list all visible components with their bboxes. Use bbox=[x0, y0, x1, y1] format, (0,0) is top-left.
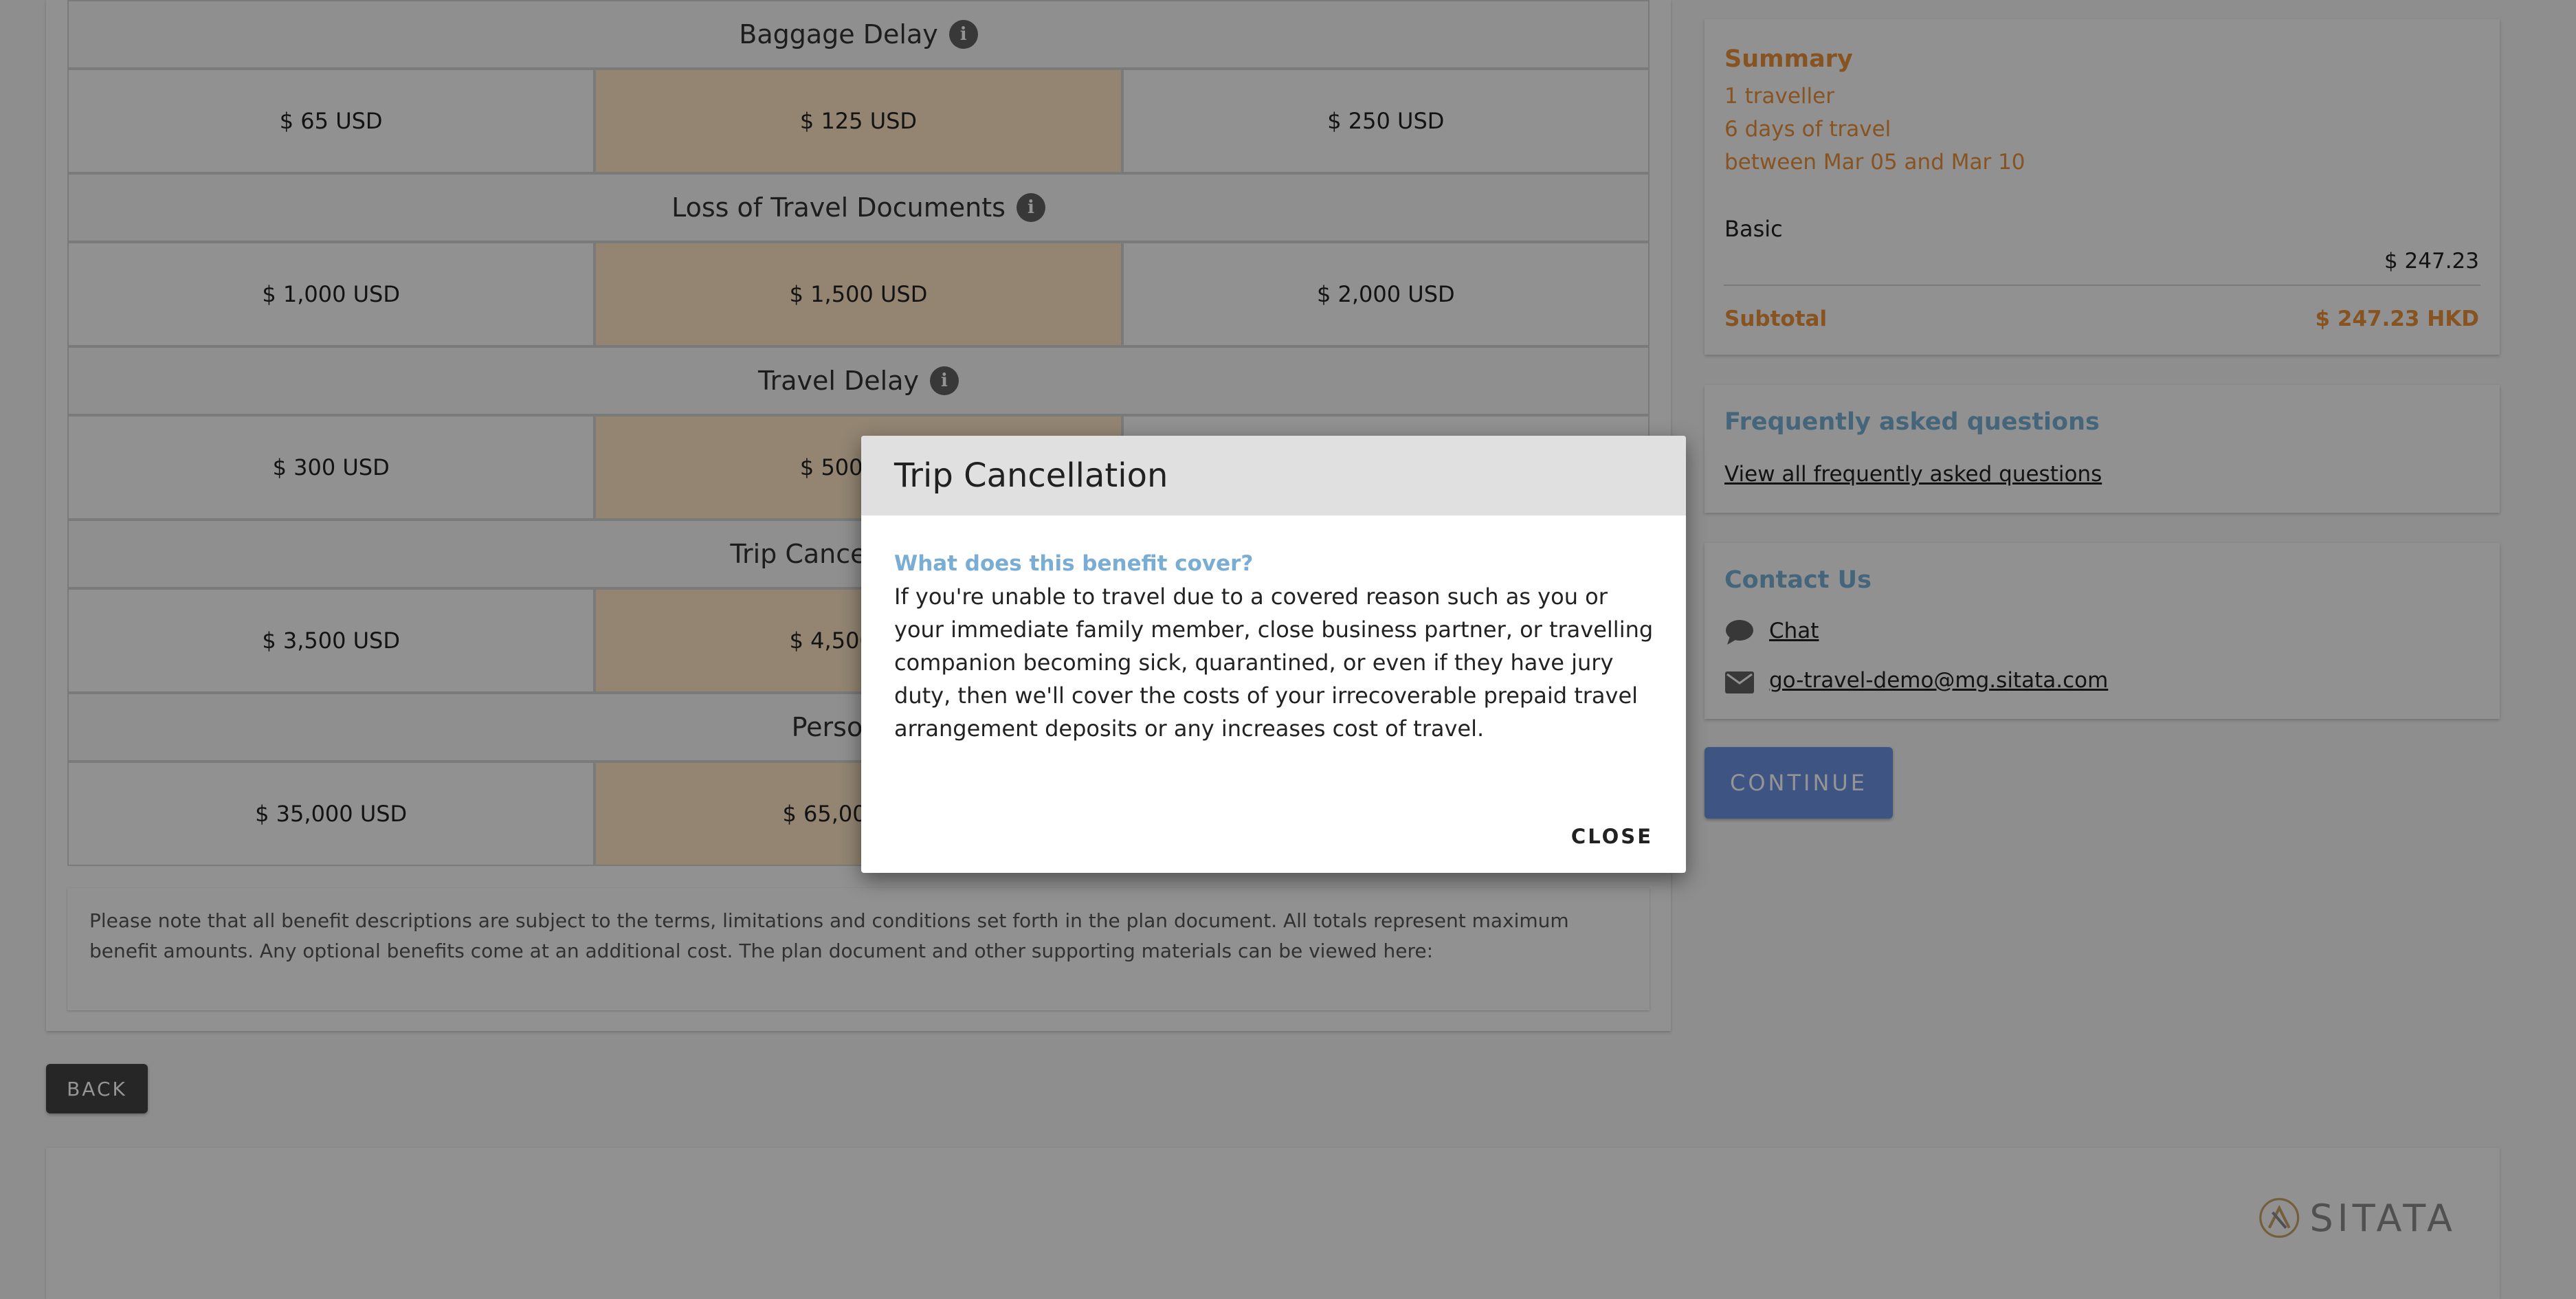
dialog-title: Trip Cancellation bbox=[861, 436, 1686, 515]
dialog-question: What does this benefit cover? bbox=[894, 551, 1254, 576]
dialog-body: If you're unable to travel due to a cove… bbox=[894, 584, 1654, 742]
benefit-info-dialog: Trip Cancellation What does this benefit… bbox=[861, 436, 1686, 873]
close-button[interactable]: CLOSE bbox=[1571, 825, 1653, 848]
